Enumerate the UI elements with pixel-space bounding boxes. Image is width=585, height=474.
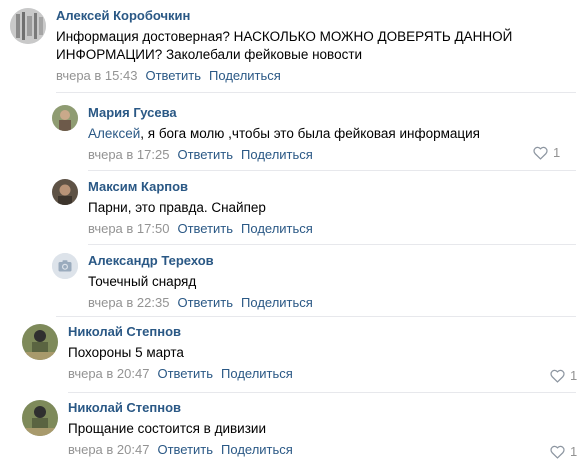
comment-meta: вчера в 17:50 Ответить Поделиться bbox=[88, 221, 558, 237]
comment-date[interactable]: вчера в 17:25 bbox=[88, 147, 169, 163]
divider bbox=[68, 392, 576, 393]
avatar[interactable] bbox=[22, 324, 58, 360]
share-button[interactable]: Поделиться bbox=[241, 221, 313, 237]
comment-author[interactable]: Николай Степнов bbox=[68, 400, 548, 416]
comment-date[interactable]: вчера в 15:43 bbox=[56, 68, 137, 84]
camera-placeholder-icon bbox=[52, 253, 78, 279]
reply-button[interactable]: Ответить bbox=[177, 147, 233, 163]
reply-button[interactable]: Ответить bbox=[145, 68, 201, 84]
avatar[interactable] bbox=[52, 105, 78, 131]
like-count: 1 bbox=[570, 368, 578, 383]
comment-text-content: , я бога молю ,чтобы это была фейковая и… bbox=[140, 126, 480, 141]
heart-outline-icon bbox=[550, 445, 565, 459]
avatar[interactable] bbox=[10, 8, 46, 44]
reply-button[interactable]: Ответить bbox=[157, 366, 213, 382]
comment-author[interactable]: Александр Терехов bbox=[88, 253, 558, 269]
like-button[interactable]: 1 bbox=[550, 444, 577, 459]
comment-text: Алексей, я бога молю ,чтобы это была фей… bbox=[88, 125, 558, 143]
reply-to-link[interactable]: Алексей bbox=[88, 126, 140, 141]
comment-body: Максим Карпов Парни, это правда. Снайпер… bbox=[88, 179, 558, 237]
comment-author[interactable]: Алексей Коробочкин bbox=[56, 8, 556, 24]
reply-button[interactable]: Ответить bbox=[177, 295, 233, 311]
avatar[interactable] bbox=[52, 253, 78, 279]
comment-author[interactable]: Мария Гусева bbox=[88, 105, 558, 121]
comment-date[interactable]: вчера в 17:50 bbox=[88, 221, 169, 237]
like-count: 1 bbox=[553, 145, 561, 160]
comment-date[interactable]: вчера в 22:35 bbox=[88, 295, 169, 311]
comment-meta: вчера в 22:35 Ответить Поделиться bbox=[88, 295, 558, 311]
comment-text: Точечный снаряд bbox=[88, 274, 197, 289]
reply-button[interactable]: Ответить bbox=[177, 221, 233, 237]
heart-outline-icon bbox=[533, 146, 548, 160]
comment-meta: вчера в 20:47 Ответить Поделиться bbox=[68, 442, 548, 458]
comment-meta: вчера в 15:43 Ответить Поделиться bbox=[56, 68, 556, 84]
like-button[interactable]: 1 bbox=[550, 368, 577, 383]
comment-author[interactable]: Николай Степнов bbox=[68, 324, 548, 340]
share-button[interactable]: Поделиться bbox=[209, 68, 281, 84]
comment-text: Прощание состоится в дивизии bbox=[68, 421, 266, 436]
like-button[interactable]: 1 bbox=[533, 145, 560, 160]
comment-meta: вчера в 17:25 Ответить Поделиться bbox=[88, 147, 558, 163]
comment-body: Мария Гусева Алексей, я бога молю ,чтобы… bbox=[88, 105, 558, 163]
comment-author[interactable]: Максим Карпов bbox=[88, 179, 558, 195]
avatar[interactable] bbox=[22, 400, 58, 436]
comment-text: Парни, это правда. Снайпер bbox=[88, 200, 266, 215]
comment-body: Николай Степнов Похороны 5 марта вчера в… bbox=[68, 324, 548, 382]
reply-button[interactable]: Ответить bbox=[157, 442, 213, 458]
comment-body: Александр Терехов Точечный снаряд вчера … bbox=[88, 253, 558, 311]
comment-reply: Мария Гусева Алексей, я бога молю ,чтобы… bbox=[52, 105, 572, 163]
comment-body: Николай Степнов Прощание состоится в див… bbox=[68, 400, 548, 458]
share-button[interactable]: Поделиться bbox=[221, 366, 293, 382]
comment-reply: Максим Карпов Парни, это правда. Снайпер… bbox=[52, 179, 572, 237]
divider bbox=[56, 92, 576, 93]
divider bbox=[88, 244, 576, 245]
comment-body: Алексей Коробочкин Информация достоверна… bbox=[56, 8, 556, 84]
comment: Николай Степнов Прощание состоится в див… bbox=[22, 400, 572, 458]
comment-date[interactable]: вчера в 20:47 bbox=[68, 366, 149, 382]
comment-meta: вчера в 20:47 Ответить Поделиться bbox=[68, 366, 548, 382]
share-button[interactable]: Поделиться bbox=[241, 295, 313, 311]
share-button[interactable]: Поделиться bbox=[221, 442, 293, 458]
like-count: 1 bbox=[570, 444, 578, 459]
avatar[interactable] bbox=[52, 179, 78, 205]
comment: Николай Степнов Похороны 5 марта вчера в… bbox=[22, 324, 572, 382]
comment-text: Похороны 5 марта bbox=[68, 345, 184, 360]
divider bbox=[56, 316, 576, 317]
comment-reply: Александр Терехов Точечный снаряд вчера … bbox=[52, 253, 572, 311]
comment-text: Информация достоверная? НАСКОЛЬКО МОЖНО … bbox=[56, 29, 513, 62]
heart-outline-icon bbox=[550, 369, 565, 383]
divider bbox=[88, 170, 576, 171]
comment-date[interactable]: вчера в 20:47 bbox=[68, 442, 149, 458]
share-button[interactable]: Поделиться bbox=[241, 147, 313, 163]
comment: Алексей Коробочкин Информация достоверна… bbox=[10, 8, 570, 84]
